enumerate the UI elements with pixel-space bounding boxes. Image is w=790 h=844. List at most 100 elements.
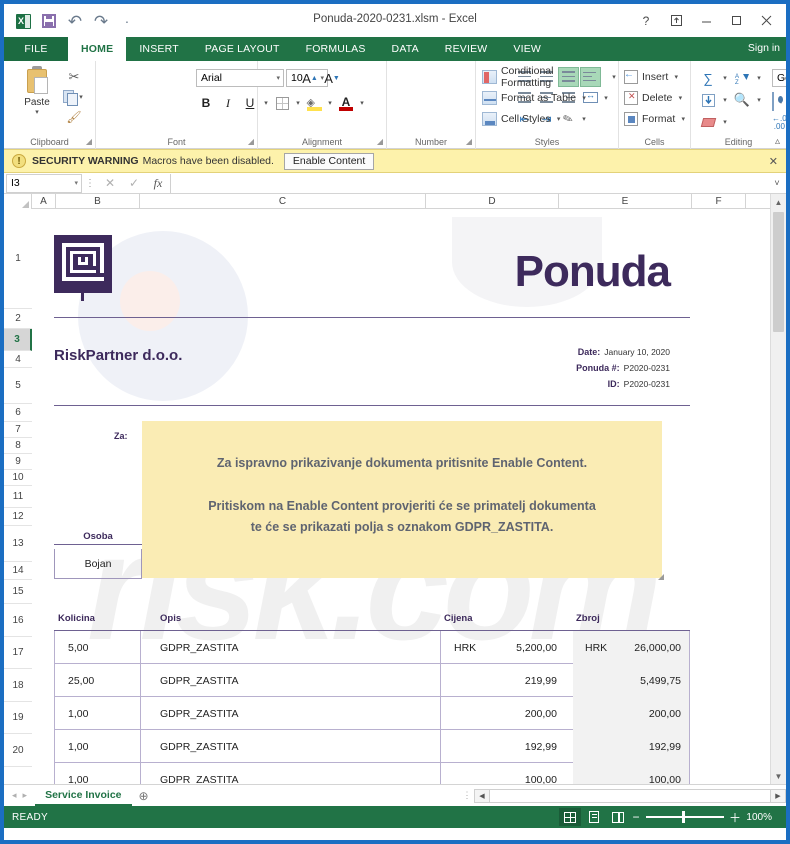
minimize-icon[interactable] [692,10,720,31]
tab-page-layout[interactable]: PAGE LAYOUT [192,37,293,61]
row-header-3[interactable]: 3 [4,329,32,351]
enter-entry-icon[interactable]: ✓ [122,176,146,190]
zoom-in-button[interactable]: ＋ [729,809,741,826]
format-painter-icon[interactable]: 🖌 [60,107,88,127]
clipboard-dialog-launcher[interactable]: ◢ [86,137,92,146]
ribbon-display-options-icon[interactable] [662,10,690,31]
cancel-entry-icon[interactable]: ✕ [98,176,122,190]
tab-file[interactable]: FILE [4,37,68,61]
normal-view-icon[interactable] [559,808,581,826]
tab-review[interactable]: REVIEW [432,37,501,61]
cell-styles-button[interactable]: Cell Styles ▾ [482,109,563,129]
tab-data[interactable]: DATA [379,37,432,61]
scroll-left-icon[interactable]: ◀ [474,788,490,803]
row-header-20[interactable]: 20 [4,734,32,767]
expand-formula-bar-icon[interactable]: ˅ [768,178,786,188]
split-handle[interactable]: ⋮ [460,790,474,801]
column-header-C[interactable]: C [140,194,426,209]
row-header-14[interactable]: 14 [4,562,32,580]
zoom-level[interactable]: 100% [744,812,772,823]
zoom-slider[interactable] [646,811,724,824]
italic-button[interactable]: I [218,93,238,113]
resize-handle[interactable] [658,574,664,580]
alignment-dialog-launcher[interactable]: ◢ [377,137,383,146]
scroll-up-icon[interactable]: ▲ [771,194,786,210]
row-header-15[interactable]: 15 [4,580,32,604]
collapse-ribbon-icon[interactable]: ▵ [775,136,780,147]
select-all-corner[interactable] [4,194,32,209]
row-header-10[interactable]: 10 [4,470,32,486]
row-header-4[interactable]: 4 [4,351,32,368]
table-row[interactable]: 1,00 GDPR_ZASTITA 192,99 192,99 [54,730,690,763]
underline-button[interactable]: U [240,93,260,113]
delete-cells-button[interactable]: Delete▾ [624,88,684,108]
row-header-11[interactable]: 11 [4,486,32,508]
row-header-5[interactable]: 5 [4,368,32,404]
next-sheet-icon[interactable]: ▸ [23,790,28,801]
sign-in-link[interactable]: Sign in [748,42,780,54]
cut-icon[interactable]: ✂ [60,67,88,87]
row-header-7[interactable]: 7 [4,422,32,438]
copy-icon[interactable]: ▾ [60,87,88,107]
font-dialog-launcher[interactable]: ◢ [248,137,254,146]
osoba-value-cell[interactable]: Bojan [54,549,142,579]
row-header-16[interactable]: 16 [4,604,32,637]
row-header-2[interactable]: 2 [4,309,32,329]
clear-icon[interactable] [697,112,719,132]
help-icon[interactable]: ? [632,10,660,31]
column-header-F[interactable]: F [692,194,746,209]
row-header-13[interactable]: 13 [4,526,32,562]
close-icon[interactable] [752,10,780,31]
find-and-select-icon[interactable]: 🔍 [731,90,753,110]
tab-view[interactable]: VIEW [500,37,554,61]
bold-button[interactable]: B [196,93,216,113]
zoom-out-button[interactable]: − [631,810,641,824]
row-header-19[interactable]: 19 [4,702,32,734]
format-cells-button[interactable]: Format ▾ [624,109,687,129]
row-header-8[interactable]: 8 [4,438,32,454]
fill-icon[interactable] [697,90,719,110]
paste-button[interactable]: Paste ▾ [14,66,60,116]
format-as-table-button[interactable]: Format as Table ▾ [482,88,588,108]
name-box[interactable]: I3 ▾ [6,173,82,193]
row-header-1[interactable]: 1 [4,209,32,309]
column-header-D[interactable]: D [426,194,559,209]
page-layout-view-icon[interactable] [583,808,605,826]
row-header-17[interactable]: 17 [4,637,32,669]
tab-home[interactable]: HOME [68,37,127,61]
insert-function-icon[interactable]: fx [146,176,170,191]
number-dialog-launcher[interactable]: ◢ [466,137,472,146]
table-row[interactable]: 1,00 GDPR_ZASTITA 200,00 200,00 [54,697,690,730]
previous-sheet-icon[interactable]: ◂ [12,790,17,801]
scroll-right-icon[interactable]: ▶ [770,788,786,803]
row-header-6[interactable]: 6 [4,404,32,422]
vertical-scroll-thumb[interactable] [773,212,784,332]
zoom-slider-thumb[interactable] [682,811,685,824]
column-header-B[interactable]: B [56,194,140,209]
tab-insert[interactable]: INSERT [126,37,192,61]
column-header-E[interactable]: E [559,194,692,209]
tab-formulas[interactable]: FORMULAS [293,37,379,61]
scroll-down-icon[interactable]: ▼ [771,768,786,784]
insert-cells-button[interactable]: Insert▾ [624,67,680,87]
column-header-A[interactable]: A [32,194,56,209]
autosum-icon[interactable]: ∑ [697,68,719,88]
vertical-scrollbar[interactable]: ▲ ▼ [770,194,786,784]
lure-message-box[interactable]: Za ispravno prikazivanje dokumenta priti… [142,421,664,580]
horizontal-scroll-track[interactable] [490,788,770,803]
row-header-9[interactable]: 9 [4,454,32,470]
formula-input[interactable] [170,173,768,193]
add-sheet-icon[interactable]: ⊕ [132,789,156,803]
restore-icon[interactable] [722,10,750,31]
enable-content-button[interactable]: Enable Content [283,152,375,170]
close-security-warning-icon[interactable]: ✕ [769,155,778,168]
row-header-12[interactable]: 12 [4,508,32,526]
table-row[interactable]: 1,00 GDPR_ZASTITA 100,00 100,00 [54,763,690,784]
table-row[interactable]: 25,00 GDPR_ZASTITA 219,99 5,499,75 [54,664,690,697]
table-row[interactable]: 5,00 GDPR_ZASTITA HRK 5,200,00 HRK 26,00… [54,631,690,664]
sort-and-filter-icon[interactable]: AZ [731,68,753,88]
conditional-formatting-button[interactable]: Conditional Formatting ▾ [482,65,618,89]
sheet-tab-service-invoice[interactable]: Service Invoice [35,785,132,806]
row-header-18[interactable]: 18 [4,669,32,702]
page-break-preview-icon[interactable] [607,808,629,826]
